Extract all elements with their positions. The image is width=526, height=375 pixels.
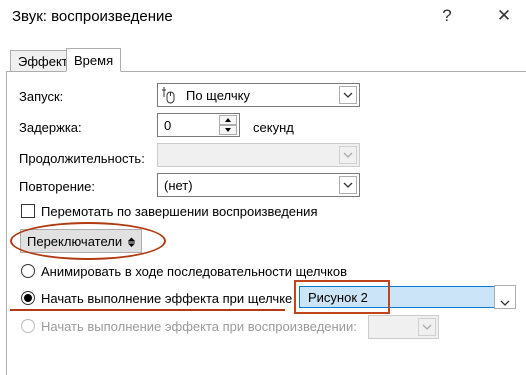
- start-select-value: По щелчку: [186, 88, 250, 103]
- playback-bookmark-select: [368, 315, 439, 339]
- radio-sequence-label[interactable]: Анимировать в ходе последовательности ще…: [41, 264, 347, 279]
- panel-border: [6, 72, 7, 375]
- radio-sequence[interactable]: [21, 264, 35, 278]
- delay-label: Задержка:: [19, 120, 82, 135]
- radio-on-playback: [21, 319, 35, 333]
- tab-effect[interactable]: Эффект: [10, 50, 68, 71]
- delay-unit: секунд: [253, 120, 294, 135]
- duration-select: [157, 143, 360, 167]
- start-select[interactable]: По щелчку: [157, 83, 360, 107]
- chevron-down-icon[interactable]: [339, 176, 357, 194]
- help-button[interactable]: ?: [437, 6, 457, 28]
- radio-on-playback-label: Начать выполнение эффекта при воспроизве…: [41, 319, 357, 334]
- annotation-rectangle: [294, 280, 390, 314]
- delay-spinbox[interactable]: 0: [157, 113, 240, 137]
- start-label: Запуск:: [19, 89, 64, 104]
- rewind-label[interactable]: Перемотать по завершении воспроизведения: [41, 204, 318, 219]
- spin-up-icon[interactable]: [219, 115, 237, 125]
- delay-value: 0: [164, 118, 172, 133]
- radio-on-click[interactable]: [21, 291, 35, 305]
- repeat-select[interactable]: (нет): [157, 173, 360, 197]
- repeat-value: (нет): [164, 178, 193, 193]
- annotation-oval: [10, 222, 166, 260]
- chevron-down-icon[interactable]: [500, 294, 510, 309]
- radio-on-click-label[interactable]: Начать выполнение эффекта при щелчке: [41, 291, 292, 306]
- tab-timing[interactable]: Время: [66, 48, 121, 72]
- mouse-click-icon: [162, 87, 176, 107]
- spin-down-icon[interactable]: [219, 125, 237, 135]
- annotation-underline: [10, 309, 285, 311]
- trigger-target-dropdown[interactable]: [494, 285, 516, 309]
- repeat-label: Повторение:: [19, 179, 95, 194]
- close-button[interactable]: ✕: [494, 6, 514, 28]
- window-title: Звук: воспроизведение: [12, 8, 173, 25]
- chevron-down-icon: [418, 318, 436, 336]
- duration-label: Продолжительность:: [19, 151, 145, 166]
- chevron-down-icon: [339, 146, 357, 164]
- rewind-checkbox[interactable]: [21, 204, 35, 218]
- chevron-down-icon[interactable]: [339, 86, 357, 104]
